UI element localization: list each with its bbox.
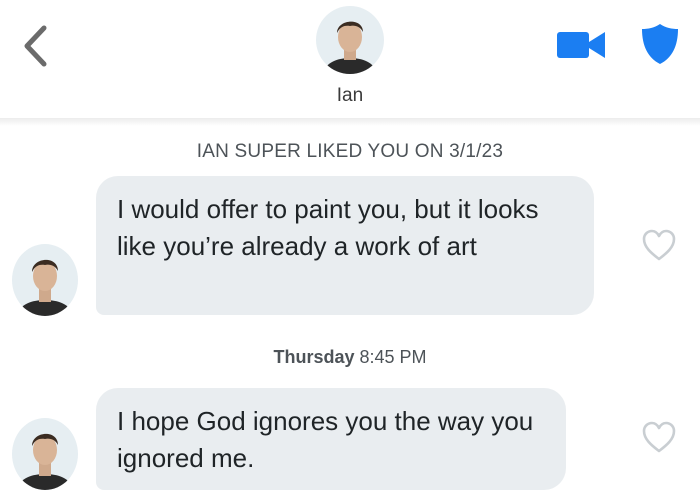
- message-bubble[interactable]: I would offer to paint you, but it looks…: [96, 176, 594, 315]
- safety-button[interactable]: [640, 22, 680, 66]
- super-like-notice: IAN SUPER LIKED YOU ON 3/1/23: [196, 141, 504, 162]
- video-camera-icon: [557, 32, 605, 58]
- like-message-button[interactable]: [641, 228, 677, 262]
- separator-day: Thursday: [273, 347, 355, 367]
- heart-icon: [642, 229, 676, 261]
- like-message-button[interactable]: [641, 420, 677, 454]
- shield-icon: [642, 24, 678, 64]
- message-bubble[interactable]: I hope God ignores you the way you ignor…: [96, 388, 566, 490]
- heart-icon: [642, 421, 676, 453]
- contact-name[interactable]: Ian: [300, 85, 400, 107]
- back-button[interactable]: [18, 22, 58, 70]
- chevron-left-icon: [24, 25, 47, 67]
- message-avatar[interactable]: [12, 418, 78, 490]
- day-separator: Thursday 8:45 PM: [0, 347, 700, 368]
- chat-header: Ian: [0, 0, 700, 120]
- header-divider: [0, 118, 700, 126]
- video-call-button[interactable]: [555, 28, 607, 62]
- message-avatar[interactable]: [12, 244, 78, 316]
- separator-time: 8:45 PM: [359, 347, 427, 367]
- contact-avatar[interactable]: [316, 6, 384, 74]
